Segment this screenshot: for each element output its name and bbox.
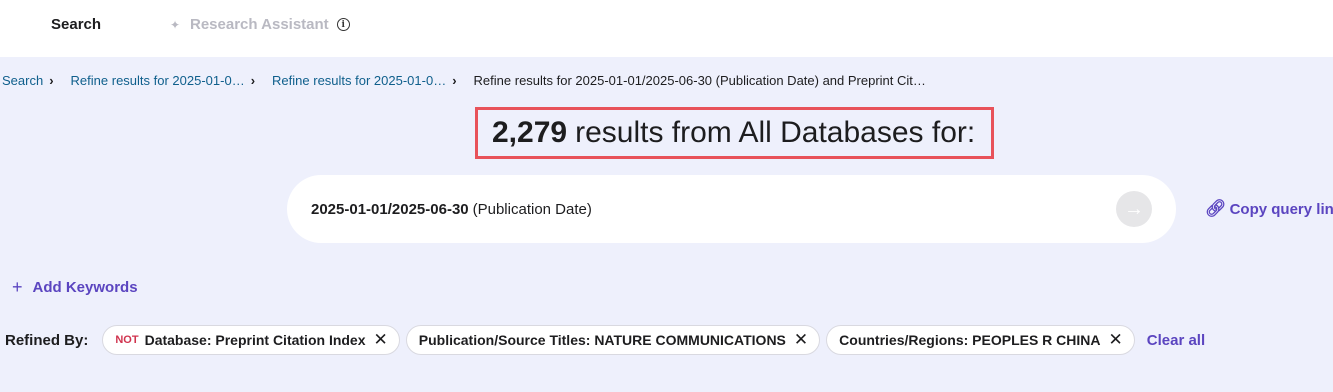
link-icon: 🔗︎	[1205, 199, 1227, 218]
close-icon[interactable]: ✕	[794, 330, 808, 350]
filter-chip-label: Database: Preprint Citation Index	[144, 332, 366, 348]
tab-search[interactable]: Search	[51, 16, 101, 33]
breadcrumb-current: Refine results for 2025-01-01/2025-06-30…	[473, 72, 926, 88]
breadcrumb: Search › Refine results for 2025-01-0… ›…	[2, 71, 926, 89]
query-value: 2025-01-01/2025-06-30	[311, 200, 469, 218]
chevron-right-icon: ›	[49, 72, 54, 88]
copy-query-link-label: Copy query link	[1229, 200, 1333, 218]
chevron-right-icon: ›	[452, 72, 457, 88]
breadcrumb-link-refine-1[interactable]: Refine results for 2025-01-0…	[71, 73, 245, 88]
results-text: results from All Databases for:	[575, 116, 976, 149]
copy-query-link-button[interactable]: 🔗︎ Copy query link	[1205, 199, 1333, 219]
plus-icon: +	[12, 277, 23, 297]
sparkle-icon: ✦	[170, 17, 181, 32]
filter-chip-database: NOT Database: Preprint Citation Index ✕	[102, 325, 400, 355]
results-heading: 2,279 results from All Databases for:	[475, 107, 994, 159]
clear-all-button[interactable]: Clear all	[1147, 332, 1205, 349]
add-keywords-button[interactable]: + Add Keywords	[12, 277, 138, 298]
filter-chip-publication: Publication/Source Titles: NATURE COMMUN…	[405, 325, 821, 355]
top-navigation: Search ✦ Research Assistant i	[0, 0, 1333, 57]
tab-research-assistant-label: Research Assistant	[190, 16, 329, 33]
results-count: 2,279	[492, 116, 568, 149]
add-keywords-label: Add Keywords	[32, 279, 138, 296]
breadcrumb-link-refine-2[interactable]: Refine results for 2025-01-0…	[272, 73, 446, 88]
info-icon[interactable]: i	[336, 18, 350, 31]
filter-chip-label: Publication/Source Titles: NATURE COMMUN…	[418, 332, 786, 348]
close-icon[interactable]: ✕	[374, 330, 388, 350]
filter-chip-label: Countries/Regions: PEOPLES R CHINA	[839, 332, 1101, 348]
filter-chip-country: Countries/Regions: PEOPLES R CHINA ✕	[826, 325, 1135, 355]
submit-query-button[interactable]: →	[1116, 191, 1152, 227]
query-field: (Publication Date)	[472, 200, 592, 218]
breadcrumb-link-search[interactable]: Search	[2, 73, 43, 88]
refined-by-bar: Refined By: NOT Database: Preprint Citat…	[5, 325, 1205, 355]
close-icon[interactable]: ✕	[1109, 330, 1123, 350]
arrow-right-icon: →	[1124, 197, 1144, 220]
query-bar[interactable]: 2025-01-01/2025-06-30 (Publication Date)…	[287, 175, 1176, 243]
chevron-right-icon: ›	[250, 72, 256, 88]
refined-by-label: Refined By:	[5, 331, 89, 349]
tab-research-assistant[interactable]: ✦ Research Assistant i	[170, 16, 350, 33]
not-badge: NOT	[115, 334, 139, 346]
